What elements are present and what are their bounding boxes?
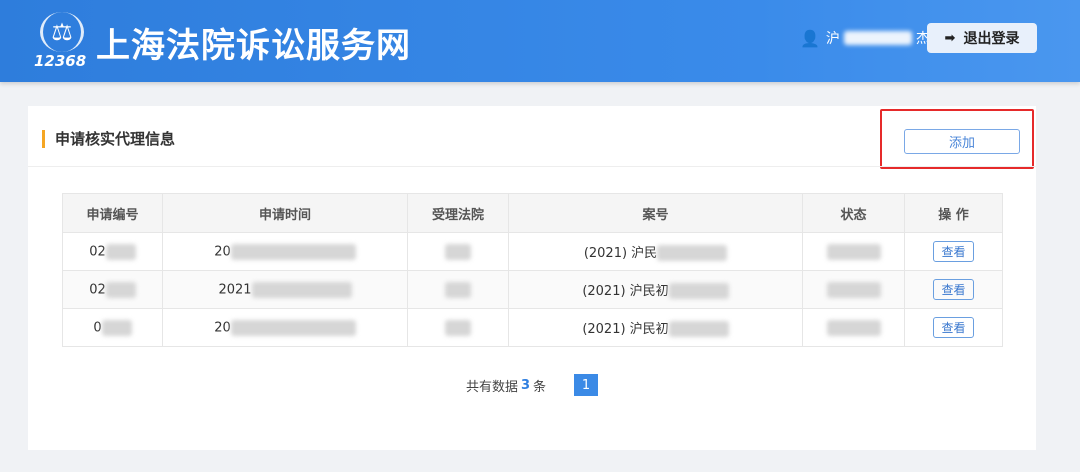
top-header: ⚖ 12368 上海法院诉讼服务网 👤 沪 杰 ➡ 退出登录: [0, 0, 1080, 82]
total-count: 3: [520, 377, 531, 393]
table-row: 02 20 (2021) 沪民 查看: [62, 232, 1003, 271]
total-unit: 条: [533, 379, 547, 395]
redacted-name: [843, 31, 912, 45]
col-header: 操 作: [904, 193, 1003, 233]
app-time: 20: [214, 244, 231, 259]
redacted-status: [826, 281, 881, 298]
col-header: 状态: [802, 193, 905, 233]
col-header: 申请时间: [162, 193, 408, 233]
view-button[interactable]: 查看: [933, 241, 974, 262]
logout-button[interactable]: ➡ 退出登录: [927, 23, 1037, 53]
view-button[interactable]: 查看: [933, 279, 974, 300]
case-number: (2021) 沪民初: [582, 283, 669, 299]
app-time: 2021: [218, 282, 252, 297]
redacted-court: [445, 281, 471, 298]
card-title: 申请核实代理信息: [42, 130, 175, 148]
total-label: 共有数据: [465, 379, 518, 395]
view-button[interactable]: 查看: [933, 317, 974, 338]
case-number: (2021) 沪民: [583, 245, 658, 261]
app-time: 20: [214, 320, 231, 335]
user-icon: 👤: [800, 28, 820, 48]
case-number: (2021) 沪民初: [582, 321, 669, 337]
application-table: 申请编号 申请时间 受理法院 案号 状态 操 作 02 20 (2021) 沪民…: [62, 193, 1003, 347]
page-1-button[interactable]: 1: [574, 374, 599, 396]
app-id: 02: [89, 244, 106, 259]
add-button[interactable]: 添加: [904, 129, 1020, 154]
app-id: 0: [93, 320, 102, 335]
logout-icon: ➡: [944, 30, 956, 46]
redacted-status: [826, 319, 881, 336]
table-row: 02 2021 (2021) 沪民初 查看: [62, 270, 1003, 309]
table-row: 0 20 (2021) 沪民初 查看: [62, 308, 1003, 347]
site-title: 上海法院诉讼服务网: [96, 26, 411, 66]
app-id: 02: [89, 282, 106, 297]
main-card: 申请核实代理信息 添加 申请编号 申请时间 受理法院 案号 状态 操 作 02 …: [28, 106, 1036, 450]
redacted-court: [445, 243, 471, 260]
redacted-status: [826, 243, 881, 260]
court-logo: ⚖ 12368: [34, 12, 90, 70]
redacted-court: [445, 319, 471, 336]
col-header: 案号: [508, 193, 803, 233]
divider: [28, 166, 1036, 167]
col-header: 申请编号: [62, 193, 163, 233]
user-name-prefix: 沪: [825, 31, 840, 47]
pagination: 共有数据 3 条 1: [28, 374, 1036, 396]
col-header: 受理法院: [407, 193, 509, 233]
scales-icon: ⚖: [40, 12, 84, 52]
user-info: 👤 沪 杰: [800, 28, 930, 48]
